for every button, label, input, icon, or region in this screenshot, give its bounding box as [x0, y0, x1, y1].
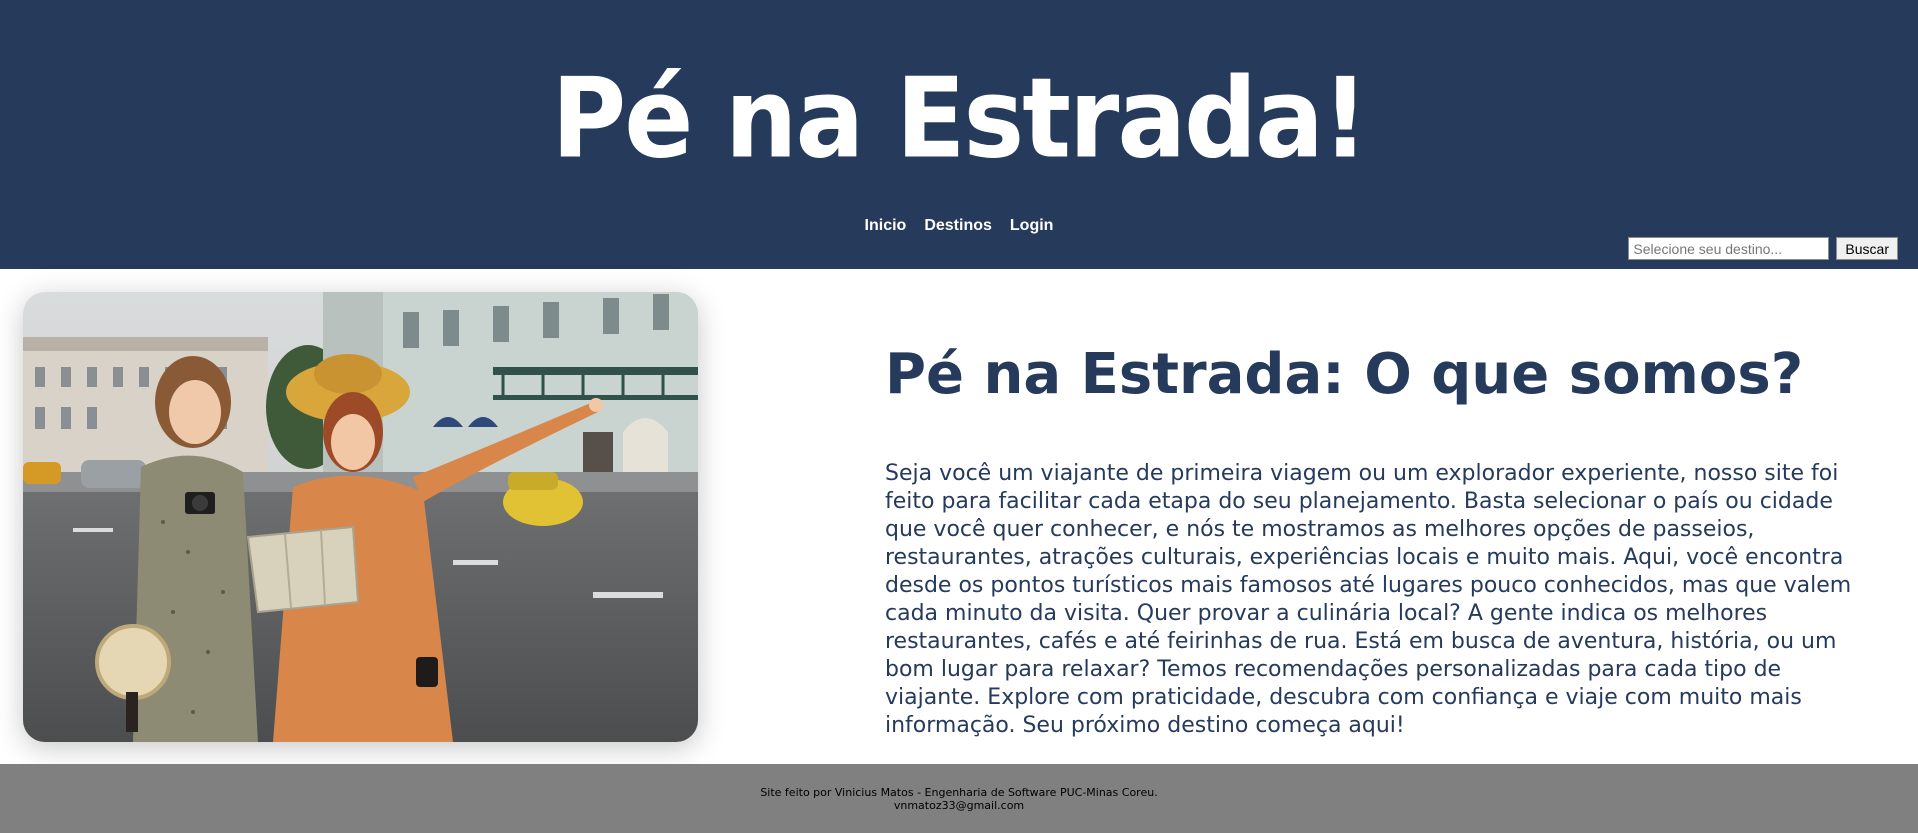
site-header: Pé na Estrada! Inicio Destinos Login Bus…	[0, 0, 1918, 269]
about-description: Seja você um viajante de primeira viagem…	[885, 461, 1852, 738]
travelers-photo	[23, 292, 698, 742]
main-nav: Inicio Destinos Login	[0, 213, 1918, 239]
search-button[interactable]: Buscar	[1836, 237, 1898, 260]
nav-link-destinos[interactable]: Destinos	[924, 213, 992, 239]
site-logo: Pé na Estrada!	[551, 55, 1368, 184]
nav-link-inicio[interactable]: Inicio	[865, 213, 907, 239]
about-section: Pé na Estrada: O que somos? Seja você um…	[885, 335, 1890, 740]
about-title: Pé na Estrada: O que somos?	[885, 342, 1804, 407]
nav-link-login[interactable]: Login	[1010, 213, 1054, 239]
search-box: Buscar	[1628, 237, 1898, 260]
site-footer: Site feito por Vinicius Matos - Engenhar…	[0, 764, 1918, 833]
footer-email: vnmatoz33@gmail.com	[893, 799, 1025, 812]
footer-credit: Site feito por Vinicius Matos - Engenhar…	[760, 786, 1158, 799]
destination-search-input[interactable]	[1628, 237, 1830, 260]
